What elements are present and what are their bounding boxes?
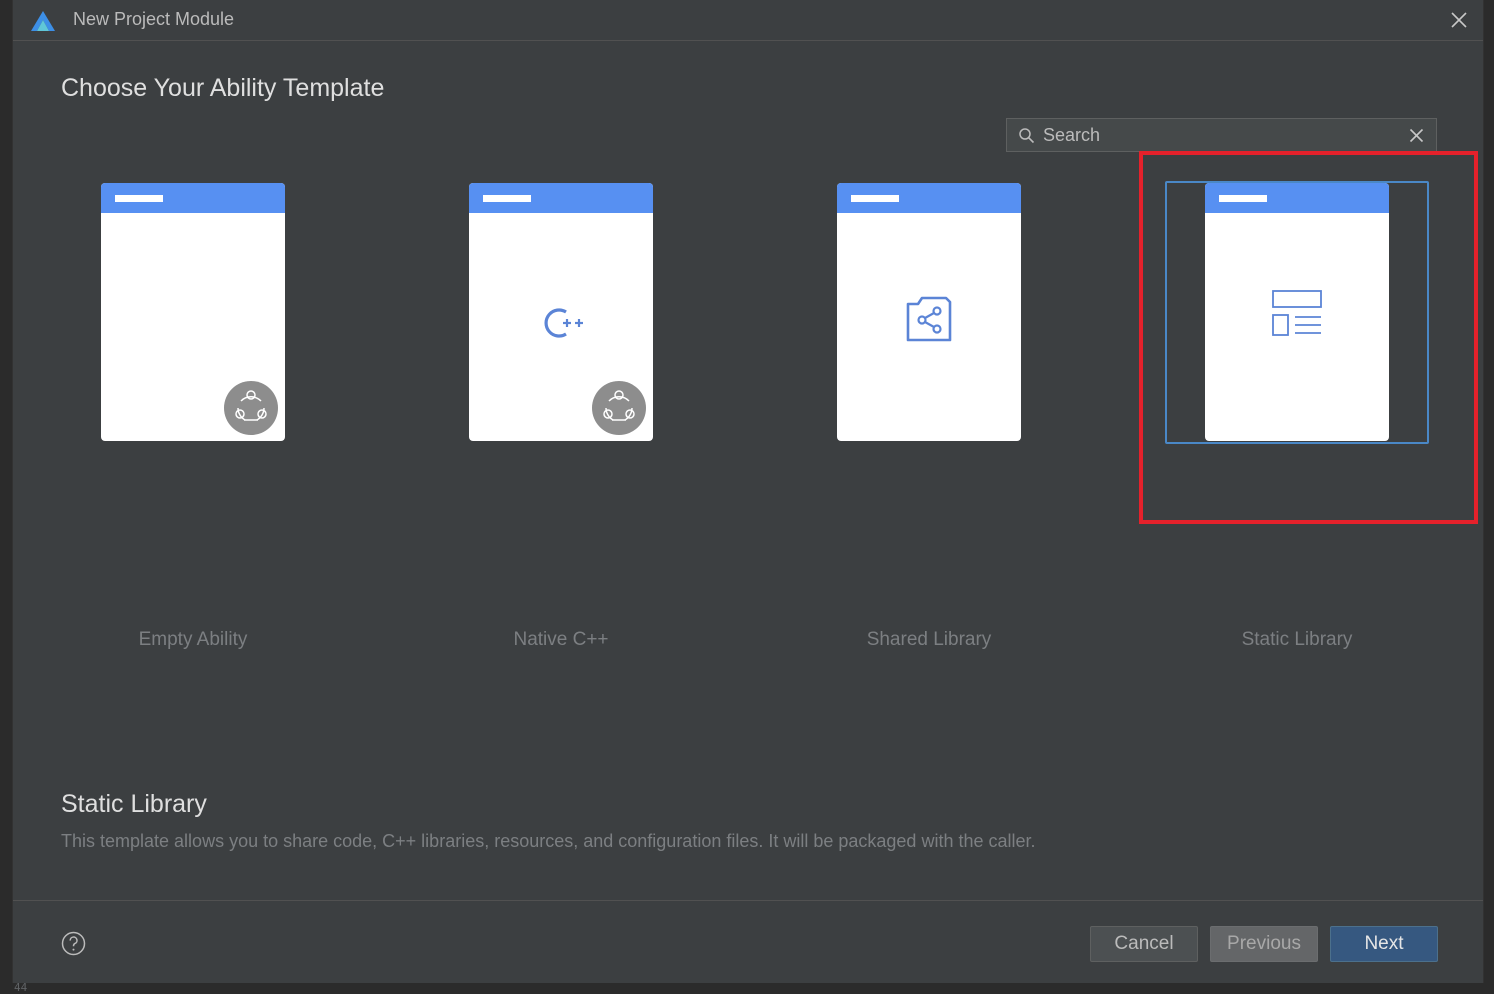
- template-shared-library[interactable]: Shared Library: [837, 183, 1021, 650]
- footer-divider: [13, 900, 1483, 901]
- cancel-button[interactable]: Cancel: [1090, 926, 1198, 962]
- window-title: New Project Module: [73, 9, 235, 29]
- template-card: [837, 183, 1021, 441]
- search-clear-icon[interactable]: [1409, 128, 1424, 143]
- previous-button[interactable]: Previous: [1210, 926, 1318, 962]
- editor-line-number: 44: [14, 981, 28, 994]
- atomic-badge-icon: [592, 381, 646, 435]
- search-input[interactable]: [1043, 123, 1403, 147]
- template-label: Native C++: [513, 629, 609, 650]
- background-editor-strip: [0, 983, 1494, 993]
- new-project-module-dialog: New Project Module Choose Your Ability T…: [12, 0, 1484, 983]
- atomic-badge-icon: [224, 381, 278, 435]
- description-text: This template allows you to share code, …: [61, 831, 1036, 851]
- cpp-icon: [544, 308, 583, 338]
- card-header-bar: [469, 183, 653, 213]
- template-card: [469, 183, 653, 441]
- shared-library-icon: [906, 296, 952, 342]
- template-label: Empty Ability: [138, 629, 248, 650]
- card-header-bar: [837, 183, 1021, 213]
- template-native-cpp[interactable]: Native C++: [469, 183, 653, 650]
- page-heading: Choose Your Ability Template: [61, 74, 385, 102]
- card-header-bar: [101, 183, 285, 213]
- title-bar: New Project Module: [13, 0, 1483, 41]
- template-card: [101, 183, 285, 441]
- description-title: Static Library: [61, 790, 207, 818]
- help-icon[interactable]: [61, 931, 86, 956]
- template-label: Static Library: [1241, 629, 1353, 650]
- template-empty-ability[interactable]: Empty Ability: [101, 183, 285, 650]
- close-icon[interactable]: [1449, 10, 1469, 30]
- search-box[interactable]: [1006, 118, 1437, 152]
- search-icon: [1019, 128, 1035, 144]
- app-logo-icon: [31, 11, 55, 31]
- next-button[interactable]: Next: [1330, 926, 1438, 962]
- red-highlight-annotation: [1139, 151, 1478, 524]
- template-label: Shared Library: [866, 629, 992, 650]
